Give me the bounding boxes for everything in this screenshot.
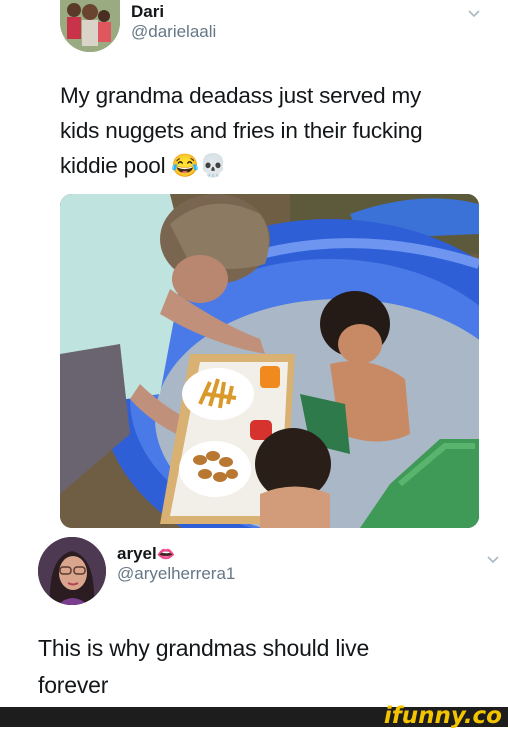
author-handle[interactable]: @darielaali [131, 22, 216, 42]
tweet-text: This is why grandmas should live forever [38, 630, 369, 704]
tweet-photo[interactable] [60, 194, 479, 528]
tweet-text-line: kiddie pool 😂💀 [60, 153, 228, 178]
woman-selfie-avatar-icon [38, 537, 106, 605]
tweet-text-line: forever [38, 672, 109, 698]
kiddie-pool-photo [60, 194, 479, 528]
author-name-row[interactable]: aryel👄 [117, 544, 175, 564]
tweet-text-line: My grandma deadass just served my [60, 83, 422, 108]
watermark-bar: ifunny.co [0, 703, 508, 729]
author-name[interactable]: Dari [131, 2, 164, 22]
author-name[interactable]: aryel [117, 544, 157, 563]
tweet-text-line: kids nuggets and fries in their fucking [60, 118, 423, 143]
lips-emoji-icon: 👄 [156, 546, 176, 563]
author-avatar[interactable] [38, 537, 106, 605]
chevron-down-icon[interactable] [467, 6, 481, 20]
author-avatar[interactable] [60, 0, 120, 52]
tweet-text: My grandma deadass just served my kids n… [60, 78, 423, 183]
family-photo-avatar-icon [60, 0, 120, 52]
chevron-down-icon[interactable] [486, 552, 500, 566]
author-handle[interactable]: @aryelherrera1 [117, 564, 235, 584]
ifunny-watermark: ifunny.co [383, 703, 502, 729]
tweet-text-line: This is why grandmas should live [38, 635, 370, 661]
